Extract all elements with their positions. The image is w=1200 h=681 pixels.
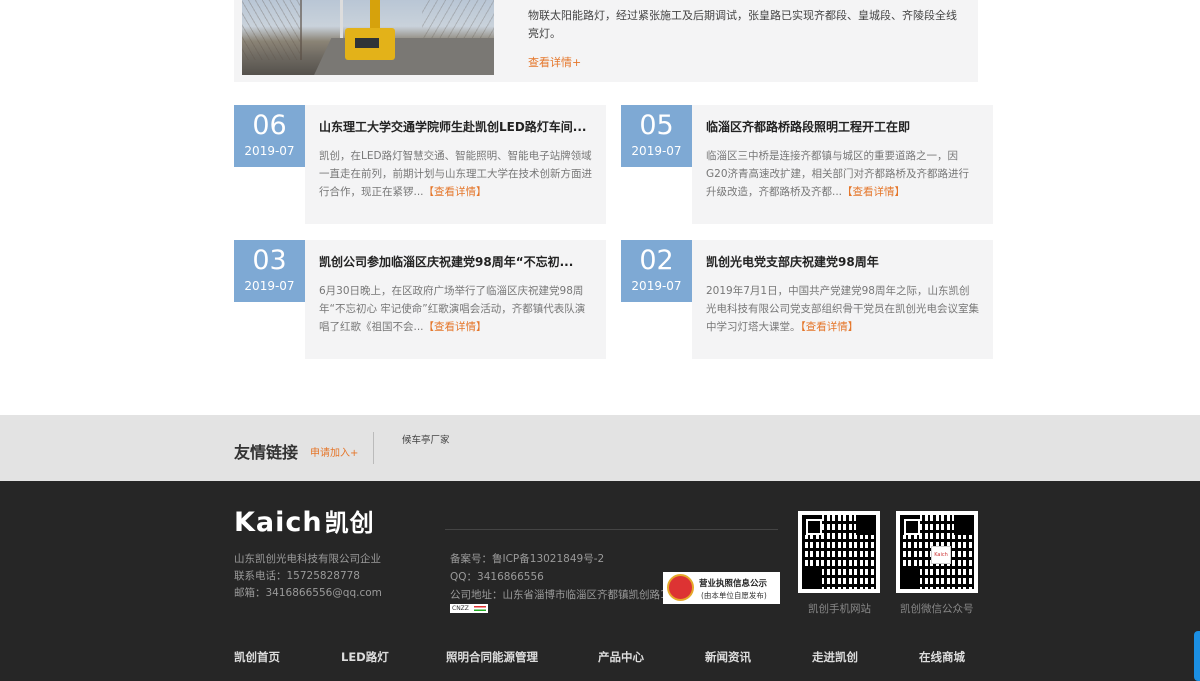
- mobile-site-qr-label: 凯创手机网站: [808, 603, 871, 615]
- footer-nav-led[interactable]: LED路灯: [341, 649, 389, 665]
- news-year-month: 2019-07: [244, 144, 295, 158]
- news-day: 03: [252, 245, 287, 276]
- wechat-qr-label: 凯创微信公众号: [900, 603, 974, 615]
- divider: [373, 432, 374, 464]
- company-phone: 联系电话：15725828778: [234, 570, 360, 582]
- news-desc: 6月30日晚上，在区政府广场举行了临淄区庆祝建党98周年“不忘初心 牢记使命”红…: [319, 285, 586, 333]
- icp-record[interactable]: 备案号：鲁ICP备13021849号-2: [450, 550, 677, 568]
- news-title[interactable]: 凯创光电党支部庆祝建党98周年: [706, 254, 979, 272]
- news-card[interactable]: 06 2019-07 山东理工大学交通学院师生赴凯创LED路灯车间... 凯创，…: [234, 105, 606, 224]
- license-subtitle: (由本单位自愿发布): [701, 591, 767, 600]
- news-title[interactable]: 山东理工大学交通学院师生赴凯创LED路灯车间...: [319, 119, 592, 137]
- footer-nav-about[interactable]: 走进凯创: [812, 649, 858, 665]
- company-qq: QQ：3416866556: [450, 571, 544, 583]
- news-detail-link[interactable]: 【查看详情】: [424, 321, 487, 333]
- company-name: 山东凯创光电科技有限公司企业: [234, 553, 381, 565]
- side-float-tab[interactable]: [1194, 631, 1200, 681]
- divider: [445, 529, 778, 530]
- featured-news-photo[interactable]: [242, 0, 494, 75]
- news-date: 05 2019-07: [621, 105, 692, 167]
- news-desc: 2019年7月1日，中国共产党建党98周年之际，山东凯创光电科技有限公司党支部组…: [706, 285, 979, 333]
- news-desc: 凯创，在LED路灯智慧交通、智能照明、智能电子站牌领域一直走在前列，前期计划与山…: [319, 150, 592, 198]
- news-day: 05: [639, 110, 674, 141]
- news-card[interactable]: 02 2019-07 凯创光电党支部庆祝建党98周年 2019年7月1日，中国共…: [621, 240, 993, 359]
- qr-center-logo: Kaich: [931, 546, 951, 564]
- news-date: 06 2019-07: [234, 105, 305, 167]
- company-contact: 山东凯创光电科技有限公司企业 联系电话：15725828778 邮箱：34168…: [234, 551, 382, 602]
- footer-nav-products[interactable]: 产品中心: [598, 649, 644, 665]
- mobile-site-qr-code: [798, 511, 880, 593]
- license-title: 营业执照信息公示: [699, 579, 768, 589]
- news-date: 02 2019-07: [621, 240, 692, 302]
- friend-link-item[interactable]: 候车亭厂家: [402, 432, 450, 446]
- news-year-month: 2019-07: [631, 279, 682, 293]
- business-license-badge[interactable]: 营业执照信息公示 (由本单位自愿发布): [663, 572, 780, 604]
- news-day: 06: [252, 110, 287, 141]
- news-title[interactable]: 凯创公司参加临淄区庆祝建党98周年“不忘初...: [319, 254, 592, 272]
- news-desc: 临淄区三中桥是连接齐都镇与城区的重要道路之一，因G20济青高速改扩建，相关部门对…: [706, 150, 969, 198]
- friend-links-bar: 友情链接 申请加入+ 候车亭厂家: [0, 415, 1200, 481]
- news-card[interactable]: 05 2019-07 临淄区齐都路桥路段照明工程开工在即 临淄区三中桥是连接齐都…: [621, 105, 993, 224]
- company-address: 公司地址：山东省淄博市临淄区齐都镇凯创路1号: [450, 589, 678, 601]
- news-title[interactable]: 临淄区齐都路桥路段照明工程开工在即: [706, 119, 979, 137]
- featured-news-more-link[interactable]: 查看详情+: [528, 54, 581, 70]
- footer-nav-home[interactable]: 凯创首页: [234, 649, 280, 665]
- wechat-qr-code: Kaich: [896, 511, 978, 593]
- company-email: 邮箱：3416866556@qq.com: [234, 587, 382, 599]
- footer-nav: 凯创首页 LED路灯 照明合同能源管理 产品中心 新闻资讯 走进凯创 在线商城: [234, 649, 978, 669]
- news-card[interactable]: 03 2019-07 凯创公司参加临淄区庆祝建党98周年“不忘初... 6月30…: [234, 240, 606, 359]
- news-year-month: 2019-07: [631, 144, 682, 158]
- news-detail-link[interactable]: 【查看详情】: [424, 186, 487, 198]
- national-emblem-icon: [667, 574, 694, 601]
- news-detail-link[interactable]: 【查看详情】: [842, 186, 905, 198]
- featured-news-text: 物联太阳能路灯，经过紧张施工及后期调试，张皇路已实现齐都段、皇城段、齐陵段全线亮…: [528, 9, 957, 40]
- featured-news: 物联太阳能路灯，经过紧张施工及后期调试，张皇路已实现齐都段、皇城段、齐陵段全线亮…: [234, 0, 978, 82]
- footer-logo: Kaich凯创: [234, 507, 375, 538]
- friend-links-title: 友情链接: [234, 443, 299, 462]
- cnzz-stat-badge[interactable]: CNZZ: [450, 604, 488, 613]
- footer-nav-emc[interactable]: 照明合同能源管理: [446, 649, 538, 665]
- company-registration: 备案号：鲁ICP备13021849号-2 QQ：3416866556 公司地址：…: [450, 550, 677, 604]
- news-detail-link[interactable]: 【查看详情】: [801, 321, 859, 333]
- news-date: 03 2019-07: [234, 240, 305, 302]
- footer-nav-shop[interactable]: 在线商城: [919, 649, 965, 665]
- footer-nav-news[interactable]: 新闻资讯: [705, 649, 751, 665]
- apply-join-link[interactable]: 申请加入+: [310, 444, 358, 459]
- site-footer: Kaich凯创 山东凯创光电科技有限公司企业 联系电话：15725828778 …: [0, 481, 1200, 681]
- news-year-month: 2019-07: [244, 279, 295, 293]
- news-day: 02: [639, 245, 674, 276]
